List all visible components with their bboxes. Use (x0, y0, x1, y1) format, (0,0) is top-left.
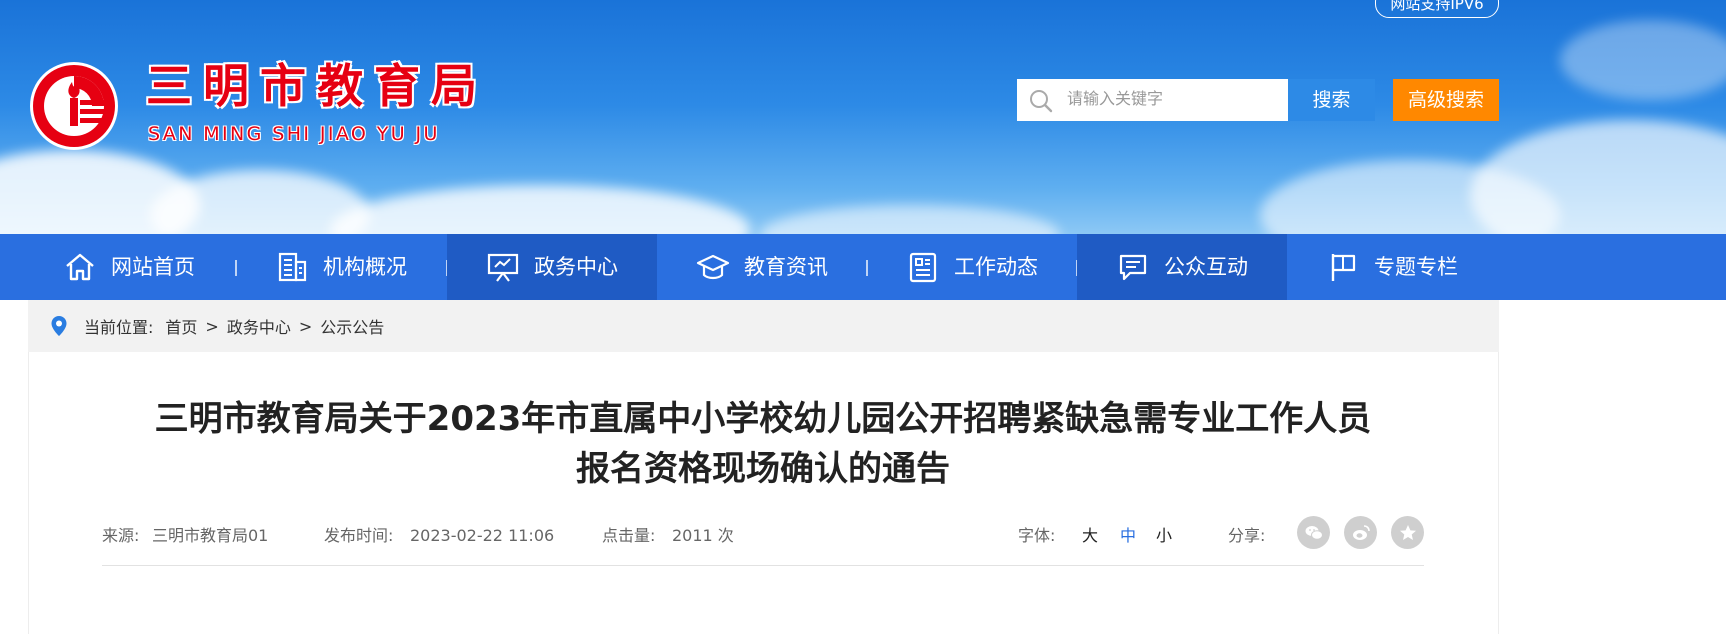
nav-item-organization[interactable]: 机构概况 (236, 234, 446, 300)
share-favorite-button[interactable] (1391, 516, 1424, 549)
search-button[interactable]: 搜索 (1288, 79, 1375, 121)
nav-label: 网站首页 (111, 255, 195, 279)
nav-label: 专题专栏 (1374, 255, 1458, 279)
nav-item-public-interaction[interactable]: 公众互动 (1077, 234, 1287, 300)
nav-item-government-center[interactable]: 政务中心 (447, 234, 657, 300)
breadcrumb-home-link[interactable]: 首页 (165, 314, 197, 338)
source-label: 来源: (102, 526, 140, 545)
banner-cloud (1470, 120, 1726, 234)
search-input[interactable] (1067, 79, 1282, 121)
site-logo[interactable] (28, 60, 120, 152)
location-pin-icon (51, 316, 67, 336)
article-title-line: 报名资格现场确认的通告 (576, 449, 950, 489)
home-icon (66, 253, 94, 281)
font-size-label: 字体: (1018, 526, 1056, 545)
logo-emblem-icon (30, 62, 118, 150)
nav-label: 机构概况 (323, 255, 407, 279)
nav-item-home[interactable]: 网站首页 (24, 234, 234, 300)
breadcrumb-separator: > (205, 316, 219, 336)
article-title-line: 三明市教育局关于2023年市直属中小学校幼儿园公开招聘紧缺急需专业工作人员 (154, 399, 1372, 439)
nav-item-education-news[interactable]: 教育资讯 (657, 234, 867, 300)
building-icon (278, 252, 307, 282)
search-icon (1030, 90, 1053, 113)
banner-cloud (760, 205, 1060, 234)
nav-item-work-updates[interactable]: 工作动态 (867, 234, 1077, 300)
breadcrumb: 当前位置: 首页 > 政务中心 > 公示公告 (28, 300, 1499, 352)
nav-label: 工作动态 (954, 255, 1038, 279)
presentation-icon (487, 253, 519, 282)
nav-label: 政务中心 (534, 255, 618, 279)
share-weibo-button[interactable] (1344, 516, 1377, 549)
site-name: 三明市教育局 (146, 59, 488, 113)
search-box (1017, 79, 1288, 121)
meta-divider (102, 565, 1424, 566)
publish-time-value: 2023-02-22 11:06 (410, 526, 555, 545)
article-title: 三明市教育局关于2023年市直属中小学校幼儿园公开招聘紧缺急需专业工作人员 报名… (60, 394, 1466, 494)
breadcrumb-announcements-link[interactable]: 公示公告 (320, 314, 384, 338)
font-size-medium-button[interactable]: 中 (1120, 516, 1136, 556)
weibo-icon (1352, 524, 1370, 540)
font-size-large-button[interactable]: 大 (1082, 516, 1098, 556)
main-nav: 网站首页 机构概况 政务中心 教育资讯 工作动态 公众互动 专题专栏 (0, 234, 1726, 300)
breadcrumb-separator: > (298, 316, 313, 336)
newspaper-icon (909, 252, 937, 283)
breadcrumb-government-center-link[interactable]: 政务中心 (227, 314, 291, 338)
breadcrumb-label: 当前位置: (84, 318, 154, 337)
chat-icon (1119, 254, 1147, 281)
graduation-cap-icon (696, 254, 730, 280)
article-meta: 来源: 三明市教育局01 发布时间: 2023-02-22 11:06 点击量:… (102, 516, 1424, 556)
favorite-star-icon (1399, 524, 1416, 540)
header-banner: 网站支持IPV6 三明市教育局 SAN MING SHI JIAO YU JU … (0, 0, 1726, 234)
source-value: 三明市教育局01 (152, 526, 269, 545)
banner-cloud (330, 185, 750, 234)
banner-cloud (1560, 20, 1726, 100)
share-wechat-button[interactable] (1297, 516, 1330, 549)
views-label: 点击量: (602, 526, 656, 545)
publish-time-label: 发布时间: (324, 526, 394, 545)
flag-icon (1331, 254, 1356, 281)
site-pinyin: SAN MING SHI JIAO YU JU (148, 123, 440, 145)
font-size-small-button[interactable]: 小 (1156, 516, 1172, 556)
ipv6-badge: 网站支持IPV6 (1375, 0, 1499, 18)
nav-label: 教育资讯 (744, 255, 828, 279)
advanced-search-button[interactable]: 高级搜索 (1393, 79, 1499, 121)
views-value: 2011 次 (672, 526, 734, 545)
nav-item-special-topics[interactable]: 专题专栏 (1287, 234, 1497, 300)
nav-label: 公众互动 (1164, 255, 1248, 279)
wechat-icon (1305, 525, 1323, 540)
share-label: 分享: (1228, 526, 1266, 545)
